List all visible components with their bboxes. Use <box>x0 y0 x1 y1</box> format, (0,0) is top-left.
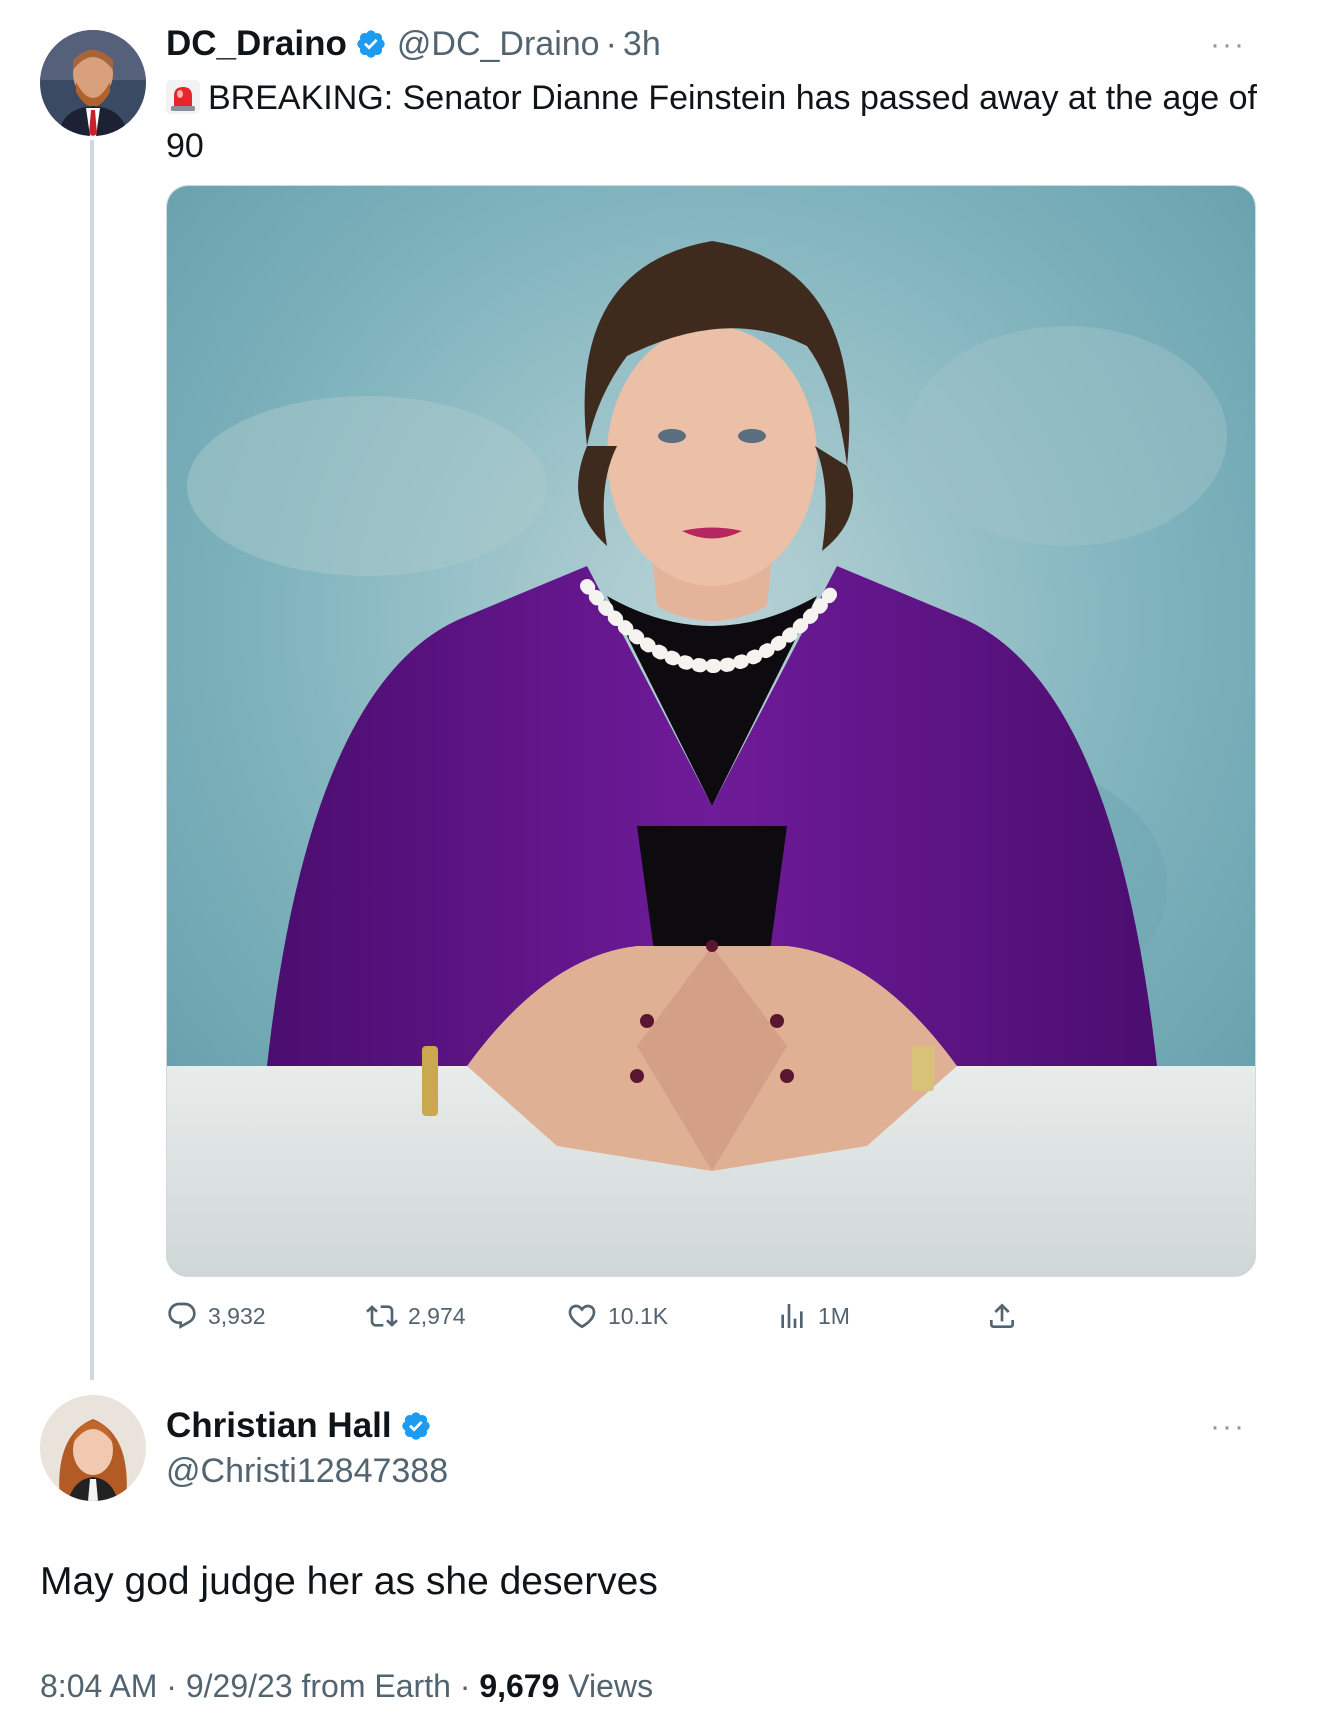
siren-icon <box>166 80 200 114</box>
reply-count: 3,932 <box>208 1302 266 1329</box>
like-button[interactable]: 10.1K <box>566 1300 668 1332</box>
reply-icon <box>168 1302 196 1329</box>
dc-draino-avatar-image <box>40 30 146 136</box>
views-button[interactable]: 1M <box>776 1300 850 1332</box>
avatar[interactable] <box>40 30 146 136</box>
repost-icon <box>366 1305 398 1327</box>
views-count: 1M <box>818 1302 850 1329</box>
reply-time[interactable]: 8:04 AM <box>40 1668 157 1704</box>
reply-avatar[interactable] <box>40 1395 146 1501</box>
share-button[interactable] <box>986 1300 1028 1332</box>
verified-badge-icon <box>401 1412 430 1440</box>
thread-line <box>90 140 94 1380</box>
reply-views-label: Views <box>568 1668 654 1704</box>
verified-badge-icon <box>357 30 385 58</box>
reply-more-options-icon[interactable]: ··· <box>1210 1410 1246 1444</box>
timestamp[interactable]: 3h <box>623 25 661 64</box>
separator: · <box>459 1668 471 1704</box>
like-count: 10.1K <box>608 1302 669 1329</box>
portrait-photo <box>167 186 1255 1276</box>
heart-icon <box>568 1304 596 1329</box>
tweet-body: BREAKING: Senator Dianne Feinstein has p… <box>166 79 1257 165</box>
author-name[interactable]: DC_Draino <box>166 24 347 64</box>
reply-meta: 8:04 AM · 9/29/23 from Earth · 9,679 Vie… <box>40 1668 653 1705</box>
analytics-icon <box>781 1304 803 1328</box>
reply-button[interactable]: 3,932 <box>166 1300 266 1332</box>
repost-count: 2,974 <box>408 1302 466 1329</box>
tweet-header: DC_Draino @DC_Draino · 3h <box>166 24 661 64</box>
separator: · <box>166 1668 177 1704</box>
reply-date-source[interactable]: 9/29/23 from Earth <box>186 1668 451 1704</box>
repost-button[interactable]: 2,974 <box>366 1300 466 1332</box>
tweet-text: BREAKING: Senator Dianne Feinstein has p… <box>166 74 1276 170</box>
author-handle[interactable]: @DC_Draino <box>397 25 600 64</box>
reply-views-count: 9,679 <box>479 1668 560 1704</box>
reply-header: Christian Hall <box>166 1406 432 1446</box>
reply-text: May god judge her as she deserves <box>40 1560 658 1603</box>
action-bar: 3,932 2,974 10.1K 1M <box>166 1300 1066 1340</box>
christian-hall-avatar-image <box>40 1395 146 1501</box>
share-icon <box>990 1303 1014 1328</box>
reply-author-name[interactable]: Christian Hall <box>166 1406 392 1446</box>
separator: · <box>605 24 617 63</box>
reply-author-handle[interactable]: @Christi12847388 <box>166 1452 448 1491</box>
more-options-icon[interactable]: ··· <box>1210 28 1246 62</box>
tweet-media-image[interactable] <box>166 185 1256 1277</box>
